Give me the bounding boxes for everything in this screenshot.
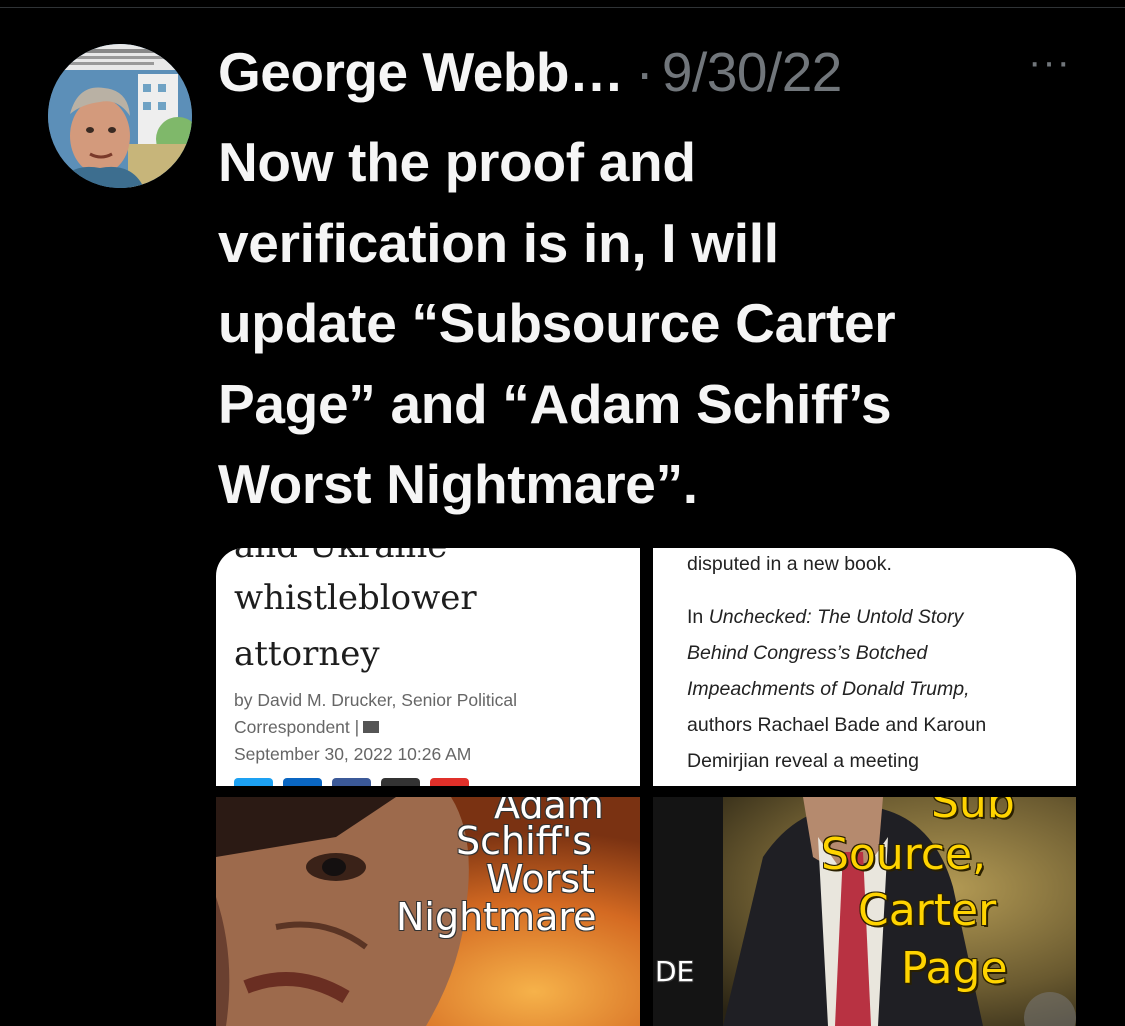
- book-title: Unchecked: The Untold Story: [708, 606, 964, 628]
- article-headline-cut: and Ukraine: [234, 548, 447, 566]
- cover-title-line: Page: [901, 943, 1008, 994]
- media-grid: and Ukraine whistleblower attorney by Da…: [216, 548, 1076, 1026]
- article-byline-role: Correspondent |: [234, 714, 380, 741]
- cover-title-line: Nightmare: [396, 895, 597, 939]
- cover-title-line: Sub: [931, 797, 1015, 828]
- share-button[interactable]: [234, 778, 273, 786]
- media-image-article-unchecked[interactable]: disputed in a new book. In Unchecked: Th…: [653, 548, 1076, 786]
- more-options-icon[interactable]: ···: [1028, 42, 1074, 82]
- article-byline: by David M. Drucker, Senior Political: [234, 690, 518, 710]
- book-title: Impeachments of Donald Trump,: [687, 678, 970, 700]
- media-image-book-cover-carter-page[interactable]: Sub Source, Carter Page DE: [653, 797, 1076, 1026]
- cover-title-line: Source,: [821, 829, 987, 880]
- share-button[interactable]: [283, 778, 322, 786]
- header-separator: ·: [635, 41, 654, 103]
- article-text-line: Impeachments of Donald Trump,: [687, 678, 970, 701]
- article-byline-role-text: Correspondent |: [234, 717, 360, 737]
- article-text-line: authors Rachael Bade and Karoun: [687, 714, 987, 736]
- article-date: September 30, 2022 10:26 AM: [234, 744, 472, 764]
- media-image-book-cover-schiff[interactable]: Adam Schiff's Worst Nightmare: [216, 797, 640, 1026]
- tweet-text: Now the proof and verification is in, I …: [218, 131, 896, 515]
- share-button[interactable]: [332, 778, 371, 786]
- cover-title-line: Carter: [858, 885, 997, 936]
- article-text-line: disputed in a new book.: [687, 553, 892, 575]
- article-text-line: In Unchecked: The Untold Story: [687, 606, 963, 629]
- article-headline-line: attorney: [234, 634, 380, 674]
- article-text-line: Demirjian reveal a meeting: [687, 750, 919, 772]
- cover-side-text: DE: [655, 955, 695, 988]
- tweet-date[interactable]: 9/30/22: [662, 40, 843, 104]
- avatar[interactable]: [48, 44, 192, 188]
- book-title: Behind Congress’s Botched: [687, 642, 928, 664]
- article-text-line: Behind Congress’s Botched: [687, 642, 927, 665]
- mail-icon: [363, 721, 380, 734]
- tweet-header: George Webb… · 9/30/22: [218, 40, 842, 110]
- article-text-prefix: In: [687, 606, 709, 628]
- share-buttons-row: [234, 778, 469, 786]
- article-headline-line: whistleblower: [234, 578, 477, 618]
- media-image-article-drucker[interactable]: and Ukraine whistleblower attorney by Da…: [216, 548, 640, 786]
- author-name[interactable]: George Webb…: [218, 40, 624, 104]
- top-divider: [0, 7, 1125, 8]
- share-button[interactable]: [381, 778, 420, 786]
- share-button[interactable]: [430, 778, 469, 786]
